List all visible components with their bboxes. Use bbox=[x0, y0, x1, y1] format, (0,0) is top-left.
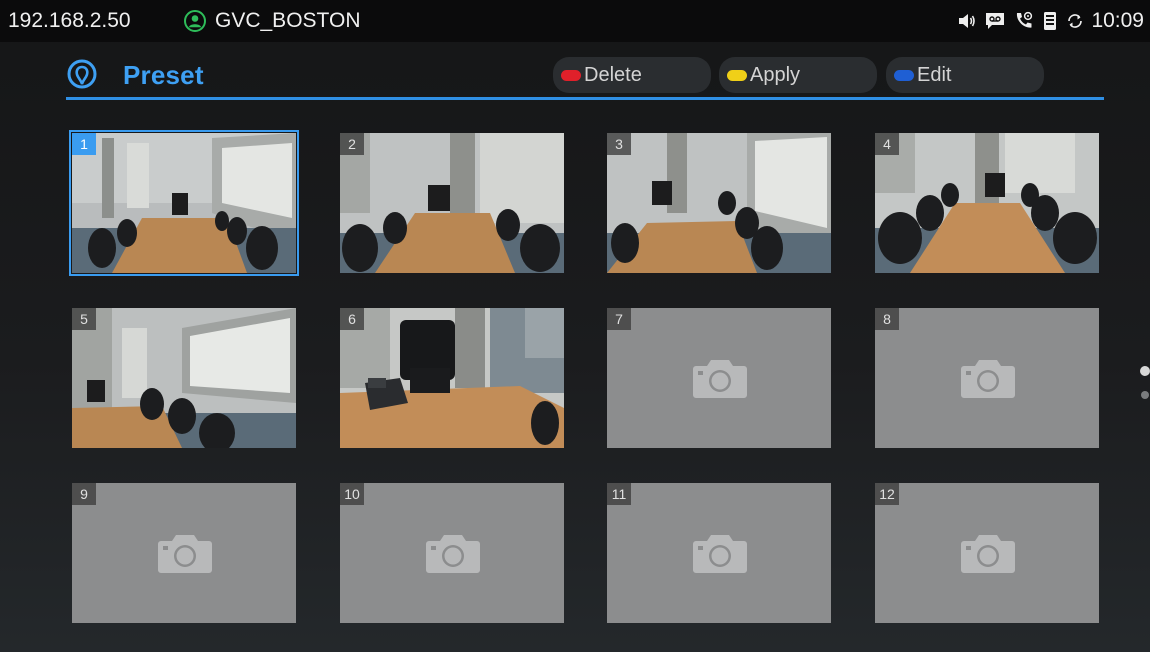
red-key-icon bbox=[561, 69, 581, 81]
camera-icon bbox=[961, 360, 1015, 398]
edit-button[interactable]: Edit bbox=[886, 57, 1044, 93]
status-bar: 192.168.2.50 GVC_BOSTON 10:09 bbox=[0, 0, 1150, 42]
title-underline bbox=[66, 97, 1104, 100]
preset-tile-3[interactable]: 3 bbox=[607, 133, 831, 273]
clock: 10:09 bbox=[1091, 9, 1144, 32]
camera-icon bbox=[426, 535, 480, 573]
sync-icon bbox=[1068, 14, 1083, 28]
account-name: GVC_BOSTON bbox=[215, 9, 361, 32]
conference-room-thumbnail bbox=[875, 133, 1099, 273]
preset-tile-8[interactable]: 8 bbox=[875, 308, 1099, 448]
preset-number: 9 bbox=[72, 483, 96, 505]
camera-icon bbox=[693, 360, 747, 398]
preset-tile-6[interactable]: 6 bbox=[340, 308, 564, 448]
voicemail-icon bbox=[986, 13, 1005, 29]
preset-tile-9[interactable]: 9 bbox=[72, 483, 296, 623]
camera-icon bbox=[961, 535, 1015, 573]
conference-room-thumbnail bbox=[340, 133, 564, 273]
apply-button[interactable]: Apply bbox=[719, 57, 877, 93]
ip-address: 192.168.2.50 bbox=[8, 9, 131, 32]
preset-tile-12[interactable]: 12 bbox=[875, 483, 1099, 623]
call-settings-icon bbox=[1017, 11, 1033, 28]
preset-number: 11 bbox=[607, 483, 631, 505]
preset-icon bbox=[67, 59, 97, 89]
preset-number: 4 bbox=[875, 133, 899, 155]
blue-key-icon bbox=[894, 69, 914, 81]
status-icons: 10:09 bbox=[958, 8, 1144, 34]
preset-tile-10[interactable]: 10 bbox=[340, 483, 564, 623]
camera-icon bbox=[693, 535, 747, 573]
camera-icon bbox=[158, 535, 212, 573]
preset-number: 7 bbox=[607, 308, 631, 330]
preset-tile-7[interactable]: 7 bbox=[607, 308, 831, 448]
preset-tile-5[interactable]: 5 bbox=[72, 308, 296, 448]
preset-number: 10 bbox=[340, 483, 364, 505]
preset-number: 8 bbox=[875, 308, 899, 330]
page-title: Preset bbox=[123, 60, 204, 90]
preset-number: 3 bbox=[607, 133, 631, 155]
yellow-key-icon bbox=[727, 69, 747, 81]
preset-tile-2[interactable]: 2 bbox=[340, 133, 564, 273]
preset-number: 1 bbox=[72, 133, 96, 155]
edit-label: Edit bbox=[917, 63, 952, 86]
page-dot[interactable] bbox=[1141, 391, 1149, 399]
preset-tile-1[interactable]: 1 bbox=[69, 130, 299, 276]
storage-icon bbox=[1044, 12, 1057, 30]
preset-number: 2 bbox=[340, 133, 364, 155]
volume-icon bbox=[959, 14, 976, 28]
conference-room-thumbnail bbox=[607, 133, 831, 273]
preset-tile-11[interactable]: 11 bbox=[607, 483, 831, 623]
conference-room-thumbnail bbox=[72, 133, 296, 273]
conference-room-phone-thumbnail bbox=[340, 308, 564, 448]
preset-number: 12 bbox=[875, 483, 899, 505]
preset-number: 6 bbox=[340, 308, 364, 330]
conference-room-thumbnail bbox=[72, 308, 296, 448]
page-dot-active[interactable] bbox=[1140, 366, 1150, 376]
account-status-icon bbox=[184, 10, 206, 32]
preset-number: 5 bbox=[72, 308, 96, 330]
preset-tile-4[interactable]: 4 bbox=[875, 133, 1099, 273]
delete-label: Delete bbox=[584, 63, 642, 86]
apply-label: Apply bbox=[750, 63, 801, 86]
delete-button[interactable]: Delete bbox=[553, 57, 711, 93]
